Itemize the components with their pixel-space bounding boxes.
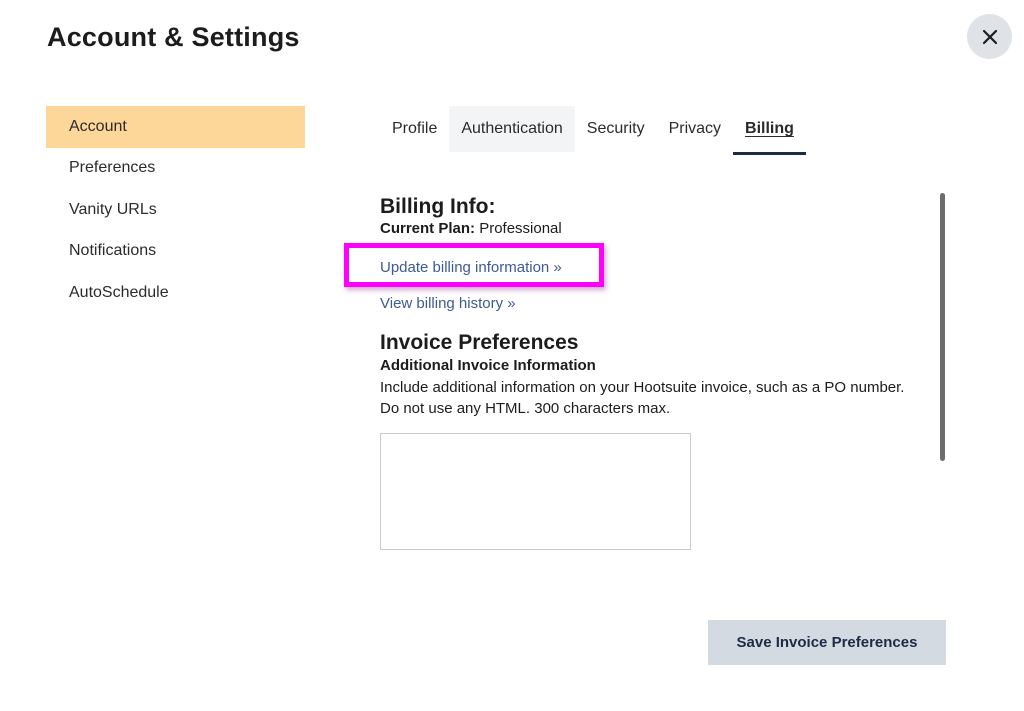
sidebar-item-notifications[interactable]: Notifications [46, 231, 305, 273]
sidebar-item-vanity-urls[interactable]: Vanity URLs [46, 189, 305, 231]
billing-info-heading: Billing Info: [380, 195, 496, 218]
sidebar-nav: Account Preferences Vanity URLs Notifica… [46, 106, 305, 314]
sidebar-item-preferences[interactable]: Preferences [46, 148, 305, 190]
sidebar-item-label: Account [69, 117, 127, 135]
invoice-preferences-heading: Invoice Preferences [380, 331, 579, 354]
current-plan-label: Current Plan: [380, 220, 476, 237]
close-button[interactable] [967, 14, 1012, 59]
sidebar-item-label: Vanity URLs [69, 200, 157, 218]
save-invoice-preferences-button[interactable]: Save Invoice Preferences [708, 620, 946, 665]
update-billing-link[interactable]: Update billing information » [380, 259, 562, 276]
settings-tabs: Profile Authentication Security Privacy … [380, 106, 806, 156]
sidebar-item-autoschedule[interactable]: AutoSchedule [46, 272, 305, 314]
tab-security[interactable]: Security [575, 106, 657, 152]
current-plan: Current Plan: Professional [380, 219, 940, 239]
invoice-help-text: Include additional information on your H… [380, 377, 940, 419]
page-title: Account & Settings [47, 22, 300, 52]
sidebar-item-label: AutoSchedule [69, 283, 169, 301]
current-plan-value: Professional [479, 220, 562, 237]
invoice-subheading: Additional Invoice Information [380, 357, 596, 374]
scrollbar[interactable] [940, 193, 945, 461]
tab-profile[interactable]: Profile [380, 106, 449, 152]
sidebar-item-label: Notifications [69, 242, 157, 260]
tab-privacy[interactable]: Privacy [657, 106, 733, 152]
invoice-info-textarea[interactable] [380, 433, 691, 550]
billing-panel: Billing Info: Current Plan: Professional… [344, 195, 940, 550]
billing-history-link[interactable]: View billing history » [380, 295, 516, 312]
settings-page: Account & Settings Account Preferences V… [0, 0, 1024, 711]
sidebar-item-account[interactable]: Account [46, 106, 305, 148]
tab-billing[interactable]: Billing [733, 106, 806, 155]
sidebar-item-label: Preferences [69, 159, 156, 177]
close-icon [982, 29, 997, 44]
tab-authentication[interactable]: Authentication [449, 106, 575, 152]
invoice-help-line: Include additional information on your H… [380, 379, 905, 396]
invoice-help-line: Do not use any HTML. 300 characters max. [380, 400, 671, 417]
